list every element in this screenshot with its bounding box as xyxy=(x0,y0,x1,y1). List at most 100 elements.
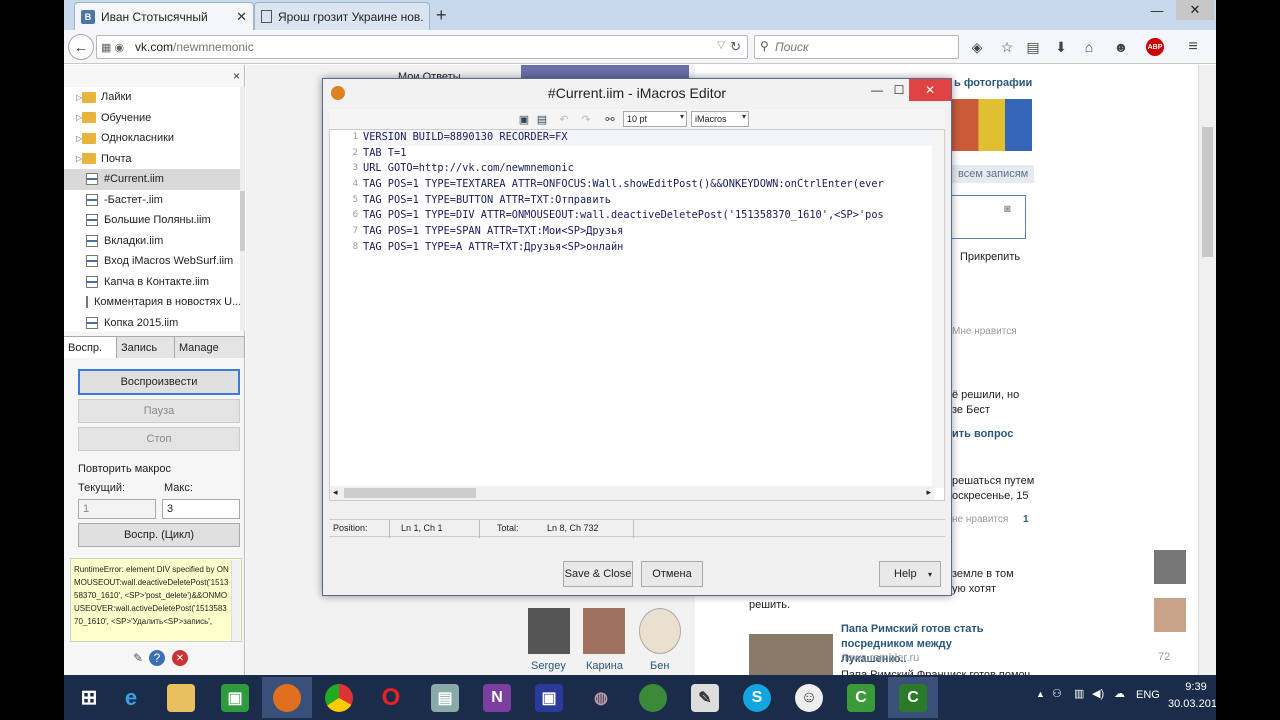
cancel-button[interactable]: Отмена xyxy=(641,561,703,587)
page-scrollbar[interactable] xyxy=(1198,65,1216,675)
error-scrollbar[interactable] xyxy=(231,560,240,641)
taskbar-globe[interactable] xyxy=(628,677,678,718)
taskbar-onenote[interactable]: N xyxy=(472,677,522,718)
code-line[interactable]: URL GOTO=http://vk.com/newmnemonic xyxy=(363,161,933,177)
code-editor[interactable]: 1 2 3 4 5 6 7 8 VERSION BUILD=8890130 RECORDER=… xyxy=(329,129,945,501)
find-icon[interactable]: ⚯ xyxy=(603,112,617,126)
stop-button[interactable]: Стоп xyxy=(78,427,240,451)
cancel-icon[interactable]: ✕ xyxy=(172,650,188,666)
close-editor-icon[interactable]: ✕ xyxy=(909,79,951,101)
expand-arrow-icon[interactable]: ▷ xyxy=(64,154,82,163)
vk-photos-link[interactable]: ь фотографии xyxy=(954,77,1032,89)
tree-folder[interactable]: ▷ Однокласники xyxy=(64,128,240,149)
friend-name[interactable]: Карина xyxy=(586,660,623,672)
friend-avatar[interactable] xyxy=(528,608,570,654)
tree-macro-file[interactable]: Комментария в новостях U... xyxy=(64,292,240,313)
close-window-icon[interactable]: ✕ xyxy=(1176,0,1214,20)
camera-icon[interactable]: ◙ xyxy=(1004,203,1011,215)
tree-macro-file[interactable]: Вход iMacros WebSurf.iim xyxy=(64,251,240,272)
tray-app-icon[interactable]: ⚇ xyxy=(1052,687,1062,700)
reload-icon[interactable]: ↻ xyxy=(730,39,741,55)
syntax-select[interactable]: iMacros ▾ xyxy=(691,111,749,127)
code-line[interactable]: TAG POS=1 TYPE=BUTTON ATTR=TXT:Отправить xyxy=(363,193,933,209)
taskbar-app[interactable]: ▤ xyxy=(420,677,470,718)
taskbar-firefox[interactable] xyxy=(262,677,312,718)
clock-time[interactable]: 9:39 xyxy=(1176,681,1216,693)
search-box[interactable]: ⚲ Поиск xyxy=(754,35,959,59)
tree-folder[interactable]: ▷ Почта xyxy=(64,149,240,170)
tree-macro-file[interactable]: Капча в Контакте.iim xyxy=(64,272,240,293)
max-field[interactable]: 3 xyxy=(162,499,240,519)
code-line[interactable]: VERSION BUILD=8890130 RECORDER=FX xyxy=(363,130,933,146)
download-icon[interactable]: ⬇ xyxy=(1052,38,1070,56)
scroll-right-icon[interactable]: ▸ xyxy=(926,487,931,498)
friend-name[interactable]: Sergey xyxy=(531,660,566,672)
clock-date[interactable]: 30.03.2015 xyxy=(1168,698,1216,710)
expand-arrow-icon[interactable]: ▷ xyxy=(64,93,82,102)
tree-macro-file[interactable]: Большие Поляны.iim xyxy=(64,210,240,231)
play-button[interactable]: Воспроизвести xyxy=(78,369,240,395)
vk-like-label[interactable]: Мне нравится xyxy=(952,326,1017,337)
code-line[interactable]: TAG POS=1 TYPE=A ATTR=TXT:Друзья<SP>онла… xyxy=(363,240,933,256)
tab-manage[interactable]: Manage xyxy=(175,337,245,358)
imacros-icon[interactable]: ◈ xyxy=(968,38,986,56)
friend-avatar[interactable] xyxy=(583,608,625,654)
restore-icon[interactable] xyxy=(1146,0,1176,20)
menu-icon[interactable]: ≡ xyxy=(1184,38,1202,56)
home-icon[interactable]: ⌂ xyxy=(1080,38,1098,56)
font-size-select[interactable]: 10 pt ▾ xyxy=(623,111,687,127)
online-friend-avatar[interactable] xyxy=(1154,550,1186,584)
bookmark-star-icon[interactable]: ☆ xyxy=(998,38,1016,56)
play-loop-button[interactable]: Воспр. (Цикл) xyxy=(78,523,240,547)
taskbar-chrome[interactable] xyxy=(314,677,364,718)
tree-folder[interactable]: ▷ Лайки xyxy=(64,87,240,108)
news-story-thumbnail[interactable] xyxy=(749,634,833,675)
tree-folder[interactable]: ▷ Обучение xyxy=(64,108,240,129)
code-line[interactable]: TAG POS=1 TYPE=DIV ATTR=ONMOUSEOUT:wall.… xyxy=(363,208,933,224)
scrollbar-thumb[interactable] xyxy=(1202,127,1213,257)
friend-avatar[interactable] xyxy=(639,608,681,654)
save-close-button[interactable]: Save & Close xyxy=(563,561,633,587)
code-line[interactable]: TAG POS=1 TYPE=TEXTAREA ATTR=ONFOCUS:Wal… xyxy=(363,177,933,193)
vk-all-posts-link[interactable]: всем записям xyxy=(958,168,1028,180)
expand-arrow-icon[interactable]: ▷ xyxy=(64,113,82,122)
vk-pin-label[interactable]: Прикрепить xyxy=(960,251,1020,263)
scroll-left-icon[interactable]: ◂ xyxy=(333,487,338,498)
pause-button[interactable]: Пауза xyxy=(78,399,240,423)
url-bar[interactable]: ▦ ◉ vk.com/newmnemonic ▽ ↻ xyxy=(96,35,748,59)
tree-macro-file[interactable]: Вкладки.iim xyxy=(64,231,240,252)
vk-ask-link[interactable]: ить вопрос xyxy=(952,428,1013,440)
tray-expand-icon[interactable]: ▲ xyxy=(1036,689,1045,699)
taskbar-tor[interactable]: ◍ xyxy=(576,677,626,718)
tree-macro-file[interactable]: #Current.iim xyxy=(64,169,240,190)
undo-icon[interactable]: ↶ xyxy=(557,112,571,126)
help-icon[interactable]: ? xyxy=(149,650,165,666)
code-horizontal-scrollbar[interactable]: ◂ ▸ xyxy=(330,486,934,500)
code-vertical-scrollbar[interactable] xyxy=(932,130,944,488)
friend-name[interactable]: Бен xyxy=(650,660,669,672)
taskbar-explorer[interactable] xyxy=(156,677,206,718)
adblock-icon[interactable]: ABP xyxy=(1146,38,1164,56)
volume-icon[interactable]: ◀) xyxy=(1092,687,1104,700)
vk-post-input[interactable] xyxy=(946,195,1026,239)
online-friend-avatar[interactable] xyxy=(1154,598,1186,632)
taskbar-camtasia[interactable]: C xyxy=(836,677,886,718)
scrollbar-thumb[interactable] xyxy=(344,488,476,498)
taskbar-save-app[interactable]: ▣ xyxy=(524,677,574,718)
taskbar-notepad[interactable]: ✎ xyxy=(680,677,730,718)
tab-vk-profile[interactable]: В Иван Стотысячный ✕ xyxy=(74,2,254,30)
help-button[interactable]: Help ▾ xyxy=(879,561,941,587)
tree-scrollbar[interactable] xyxy=(240,87,245,331)
code-line[interactable]: TAB T=1 xyxy=(363,146,933,162)
back-button[interactable]: ← xyxy=(68,34,94,60)
taskbar-cat-app[interactable]: ☺ xyxy=(784,677,834,718)
code-line[interactable]: TAG POS=1 TYPE=SPAN ATTR=TXT:Мои<SP>Друз… xyxy=(363,224,933,240)
chat-icon[interactable]: ☻ xyxy=(1112,38,1130,56)
tree-macro-file[interactable]: Копка 2015.iim xyxy=(64,313,240,332)
bookmarks-list-icon[interactable]: ▤ xyxy=(1024,38,1042,56)
taskbar-skype[interactable]: S xyxy=(732,677,782,718)
language-indicator[interactable]: ENG xyxy=(1136,689,1160,701)
tree-macro-file[interactable]: -Бастет-.iim xyxy=(64,190,240,211)
taskbar-ie[interactable]: e xyxy=(106,677,156,718)
taskbar-opera[interactable]: O xyxy=(366,677,416,718)
